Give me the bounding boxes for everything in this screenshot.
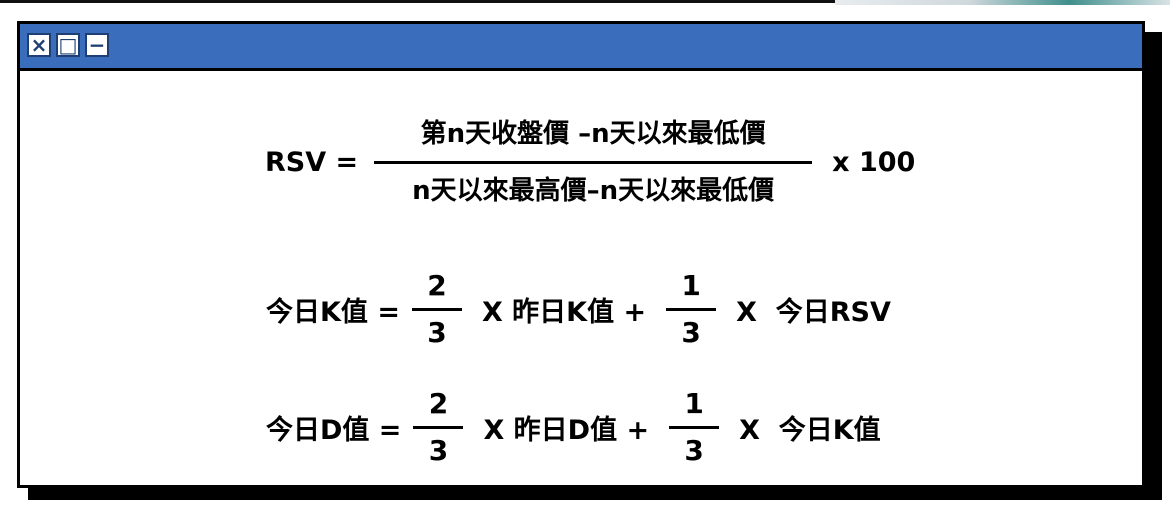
rsv-fraction-bar xyxy=(374,161,813,164)
rsv-multiplier: x 100 xyxy=(832,147,916,178)
corner-accent-strip xyxy=(835,0,1170,5)
minimize-icon[interactable]: − xyxy=(85,33,109,57)
d-formula: 今日D值 = 2 3 X 昨日D值 + 1 3 X 今日K值 xyxy=(266,380,881,475)
d-lhs: 今日D值 = xyxy=(266,415,402,446)
d-middle-term: X 昨日D值 + xyxy=(483,415,650,446)
rsv-fraction: 第n天收盤價 –n天以來最低價 n天以來最高價–n天以來最低價 xyxy=(374,119,813,206)
window-titlebar[interactable]: × □ − xyxy=(20,24,1142,71)
d-frac2-denominator: 3 xyxy=(684,434,704,467)
k-rhs: X 今日RSV xyxy=(736,297,891,328)
k-middle-term: X 昨日K值 + xyxy=(481,297,647,328)
k-frac1-numerator: 2 xyxy=(427,269,447,302)
d-rhs: X 今日K值 xyxy=(739,415,881,446)
top-rule-line xyxy=(0,0,835,3)
k-frac1-bar xyxy=(411,308,462,311)
k-lhs: 今日K值 = xyxy=(266,297,400,328)
k-fraction-2: 1 3 xyxy=(666,269,717,349)
d-frac2-numerator: 1 xyxy=(684,387,704,420)
k-frac2-denominator: 3 xyxy=(681,316,701,349)
k-frac1-denominator: 3 xyxy=(427,316,447,349)
d-frac1-bar xyxy=(413,426,464,429)
d-frac2-bar xyxy=(669,426,720,429)
k-frac2-bar xyxy=(666,308,717,311)
rsv-denominator: n天以來最高價–n天以來最低價 xyxy=(412,176,775,206)
k-frac2-numerator: 1 xyxy=(681,269,701,302)
k-fraction-1: 2 3 xyxy=(411,269,462,349)
d-fraction-2: 1 3 xyxy=(669,387,720,467)
close-icon[interactable]: × xyxy=(27,33,51,57)
d-frac1-denominator: 3 xyxy=(428,434,449,467)
rsv-formula: RSV = 第n天收盤價 –n天以來最低價 n天以來最高價–n天以來最低價 x … xyxy=(265,90,915,235)
k-formula: 今日K值 = 2 3 X 昨日K值 + 1 3 X 今日RSV xyxy=(266,262,891,357)
rsv-lhs: RSV = xyxy=(265,147,359,178)
d-fraction-1: 2 3 xyxy=(413,387,464,467)
d-frac1-numerator: 2 xyxy=(428,387,449,420)
maximize-icon[interactable]: □ xyxy=(56,33,80,57)
rsv-numerator: 第n天收盤價 –n天以來最低價 xyxy=(420,119,766,149)
